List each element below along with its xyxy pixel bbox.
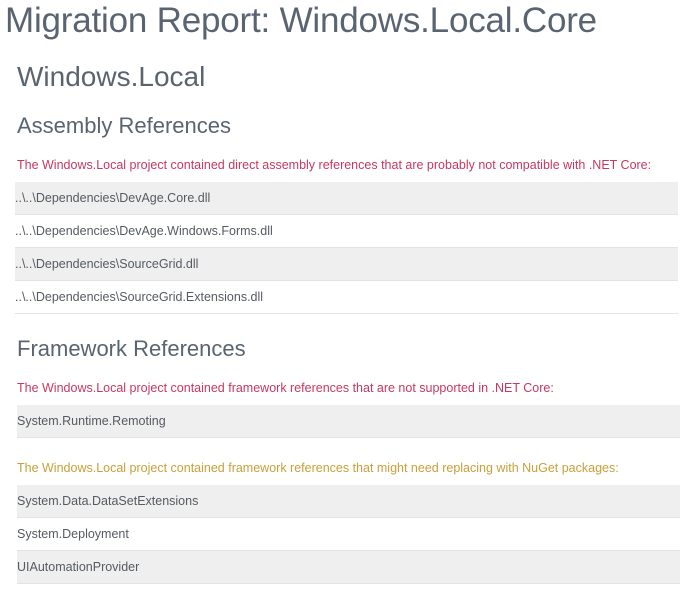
assembly-references-notice: The Windows.Local project contained dire… bbox=[17, 158, 652, 172]
project-title: Windows.Local bbox=[17, 61, 206, 92]
assembly-reference-item: ..\..\Dependencies\DevAge.Core.dll bbox=[15, 182, 678, 215]
assembly-reference-item: ..\..\Dependencies\SourceGrid.dll bbox=[15, 248, 678, 281]
replace-framework-item: UIAutomationProvider bbox=[17, 551, 680, 584]
unsupported-framework-item: System.Runtime.Remoting bbox=[17, 405, 680, 438]
assembly-reference-item: ..\..\Dependencies\DevAge.Windows.Forms.… bbox=[15, 215, 678, 248]
assembly-reference-item: ..\..\Dependencies\SourceGrid.Extensions… bbox=[15, 281, 678, 314]
unsupported-framework-notice: The Windows.Local project contained fram… bbox=[17, 381, 554, 395]
unsupported-framework-list: System.Runtime.Remoting bbox=[17, 405, 680, 438]
replace-framework-item: System.Deployment bbox=[17, 518, 680, 551]
replace-framework-item: System.Data.DataSetExtensions bbox=[17, 485, 680, 518]
assembly-references-heading: Assembly References bbox=[17, 113, 231, 138]
replace-framework-list: System.Data.DataSetExtensions System.Dep… bbox=[17, 485, 680, 584]
framework-references-heading: Framework References bbox=[17, 336, 246, 361]
assembly-references-list: ..\..\Dependencies\DevAge.Core.dll ..\..… bbox=[15, 182, 678, 314]
page-title: Migration Report: Windows.Local.Core bbox=[5, 1, 597, 40]
replace-framework-notice: The Windows.Local project contained fram… bbox=[17, 461, 619, 475]
